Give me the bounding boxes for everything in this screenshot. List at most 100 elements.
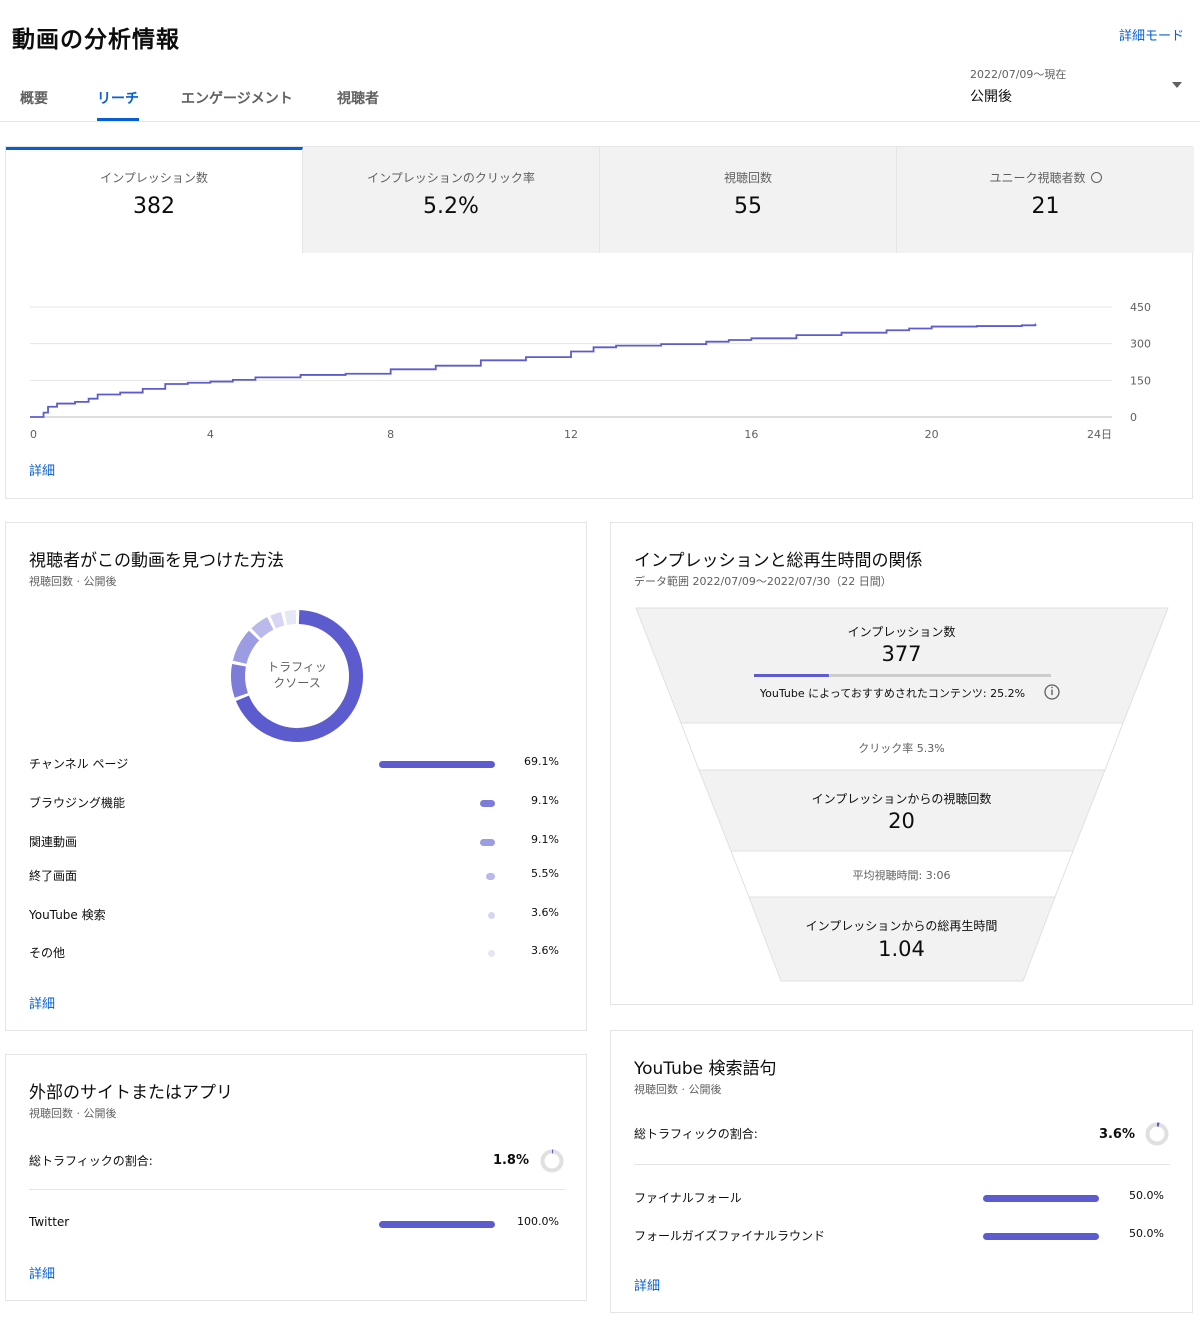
metric-label: インプレッション数	[100, 171, 208, 185]
metric-tab-impressions[interactable]: インプレッション数 382	[6, 147, 303, 253]
metric-label: 視聴回数	[723, 171, 772, 185]
list-item: Twitter 100.0%	[29, 1215, 559, 1235]
funnel-impressions-value: 377	[881, 642, 922, 666]
list-item: その他 3.6%	[29, 944, 559, 964]
funnel-impressions-label: インプレッション数	[847, 625, 956, 639]
tab-reach[interactable]: リーチ	[97, 88, 139, 121]
list-item: チャンネル ページ 69.1%	[29, 755, 559, 775]
row-pct: 50.0%	[1129, 1189, 1164, 1202]
x-tick-label: 0	[30, 428, 37, 441]
row-label: ファイナルフォール	[634, 1191, 742, 1205]
tab-overview[interactable]: 概要	[20, 88, 48, 118]
recommended-bar-fill	[754, 674, 829, 677]
metric-label: インプレッションのクリック率	[367, 171, 535, 185]
y-tick-label: 150	[1130, 374, 1151, 387]
donut-label-line: クソース	[273, 676, 321, 690]
row-label: チャンネル ページ	[29, 757, 129, 771]
metrics-card: インプレッション数 382 インプレッションのクリック率 5.2% 視聴回数 5…	[5, 146, 1194, 499]
date-range-text: 2022/07/09～現在	[970, 68, 1067, 81]
row-bar	[488, 950, 495, 957]
row-label: ブラウジング機能	[29, 796, 126, 810]
donut-slice	[284, 610, 297, 625]
row-label: フォールガイズファイナルラウンド	[634, 1229, 826, 1243]
tab-engagement[interactable]: エンゲージメント	[181, 88, 293, 118]
donut-slice	[251, 617, 274, 639]
row-label: その他	[29, 946, 66, 960]
row-label: 終了画面	[29, 869, 78, 883]
list-item: 終了画面 5.5%	[29, 867, 559, 887]
x-tick-label: 8	[387, 428, 394, 441]
metric-value: 55	[734, 194, 762, 219]
y-tick-label: 0	[1130, 411, 1137, 424]
series-line	[30, 323, 1037, 418]
metric-tab-unique-viewers[interactable]: ユニーク視聴者数 21	[897, 147, 1194, 253]
funnel-recommended-text: YouTube によっておすすめされたコンテンツ: 25.2%	[759, 687, 1026, 700]
card-title: 視聴者がこの動画を見つけた方法	[29, 551, 284, 571]
row-bar	[479, 800, 495, 807]
row-pct: 5.5%	[531, 867, 559, 880]
funnel-ctr-text: クリック率 5.3%	[858, 742, 945, 755]
list-item: 関連動画 9.1%	[29, 833, 559, 853]
divider	[634, 1164, 1170, 1165]
metric-tab-ctr[interactable]: インプレッションのクリック率 5.2%	[303, 147, 600, 253]
details-link[interactable]: 詳細	[29, 993, 55, 1012]
y-tick-label: 450	[1130, 301, 1151, 314]
external-sites-card: 外部のサイトまたはアプリ 視聴回数 · 公開後 総トラフィックの割合: 1.8%…	[5, 1054, 587, 1301]
funnel-watch-label: インプレッションからの総再生時間	[805, 919, 998, 933]
advanced-mode-link[interactable]: 詳細モード	[1119, 25, 1184, 44]
list-item: YouTube 検索 3.6%	[29, 906, 559, 926]
details-link[interactable]: 詳細	[29, 1263, 55, 1282]
row-bar	[479, 839, 495, 846]
row-bar	[485, 873, 495, 880]
card-subtitle: 視聴回数 · 公開後	[29, 575, 117, 588]
row-pct: 69.1%	[524, 755, 559, 768]
x-tick-label: 24日	[1087, 428, 1112, 441]
traffic-source-card: 視聴者がこの動画を見つけた方法 視聴回数 · 公開後 トラフィッ クソース チャ…	[5, 522, 587, 1031]
funnel-views-label: インプレッションからの視聴回数	[811, 792, 992, 806]
row-label: 関連動画	[29, 835, 78, 849]
impressions-line-chart: 0 150 300 450 0 4 8 12 16 20 24日	[30, 301, 1151, 441]
card-title: 外部のサイトまたはアプリ	[29, 1083, 233, 1103]
donut-center-label: トラフィッ クソース	[247, 659, 347, 691]
share-value: 3.6%	[1098, 1127, 1135, 1142]
funnel-watch-value: 1.04	[878, 937, 925, 961]
share-donut-icon	[540, 1149, 564, 1173]
divider	[29, 1189, 565, 1190]
share-donut-icon	[1145, 1122, 1169, 1146]
y-tick-label: 300	[1130, 338, 1151, 351]
donut-track	[540, 1149, 564, 1173]
metric-tab-views[interactable]: 視聴回数 55	[600, 147, 897, 253]
list-item: フォールガイズファイナルラウンド 50.0%	[634, 1227, 1164, 1247]
caret-down-icon	[1172, 82, 1182, 88]
row-bar	[983, 1233, 1099, 1240]
x-tick-label: 16	[744, 428, 758, 441]
funnel-views-value: 20	[888, 809, 915, 833]
donut-slice	[270, 611, 285, 629]
share-label: 総トラフィックの割合:	[634, 1127, 758, 1141]
row-bar	[488, 912, 495, 919]
row-pct: 100.0%	[517, 1215, 559, 1228]
metric-value: 21	[1031, 194, 1060, 219]
tab-audience[interactable]: 視聴者	[337, 88, 379, 118]
list-item: ファイナルフォール 50.0%	[634, 1189, 1164, 1209]
metric-label: ユニーク視聴者数	[989, 171, 1086, 185]
x-tick-label: 4	[207, 428, 214, 441]
details-link[interactable]: 詳細	[634, 1275, 660, 1294]
metric-value: 382	[133, 194, 175, 219]
row-label: Twitter	[29, 1215, 70, 1229]
date-range-label: 公開後	[970, 89, 1012, 105]
card-subtitle: 視聴回数 · 公開後	[634, 1083, 722, 1096]
card-title: YouTube 検索語句	[634, 1059, 777, 1079]
share-value: 1.8%	[492, 1153, 529, 1168]
date-range-selector[interactable]: 2022/07/09～現在 公開後	[970, 66, 1188, 106]
list-item: ブラウジング機能 9.1%	[29, 794, 559, 814]
row-label: YouTube 検索	[29, 908, 106, 922]
details-link[interactable]: 詳細	[29, 460, 55, 479]
donut-track	[1145, 1122, 1169, 1146]
clock-icon	[1090, 172, 1102, 183]
row-pct: 9.1%	[531, 833, 559, 846]
search-terms-card: YouTube 検索語句 視聴回数 · 公開後 総トラフィックの割合: 3.6%…	[610, 1030, 1193, 1313]
row-pct: 9.1%	[531, 794, 559, 807]
card-subtitle: 視聴回数 · 公開後	[29, 1107, 117, 1120]
metric-label-wrap: ユニーク視聴者数	[897, 169, 1194, 186]
